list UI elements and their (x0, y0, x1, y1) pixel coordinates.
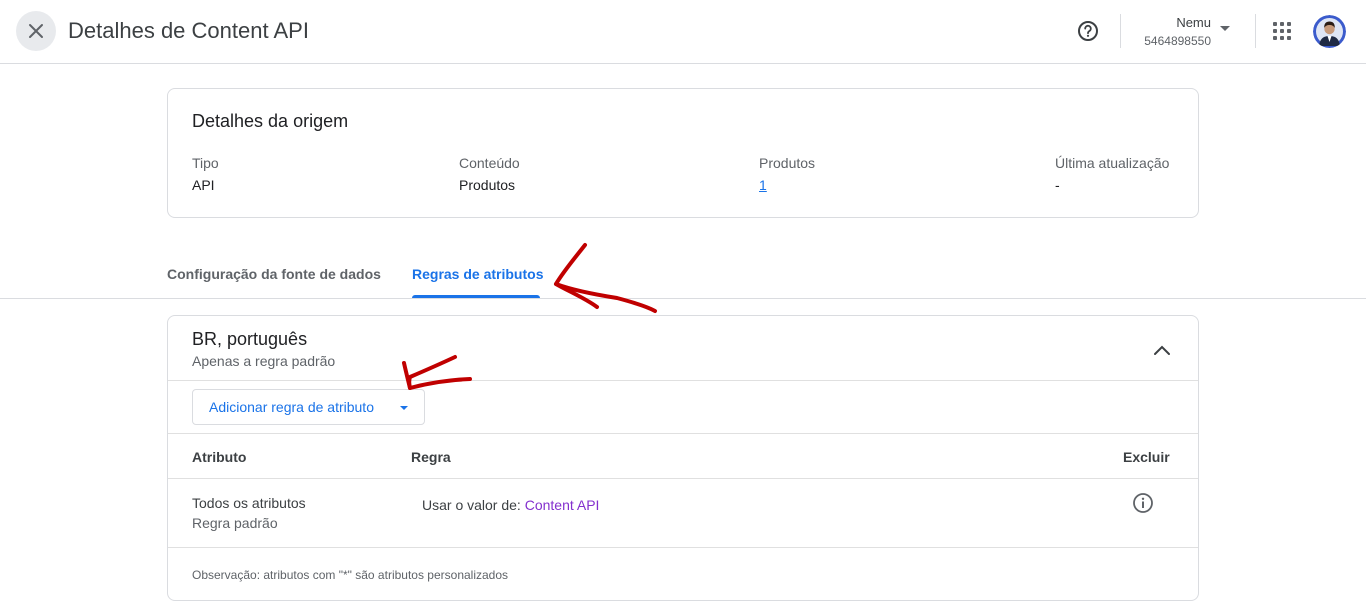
add-attribute-rule-label: Adicionar regra de atributo (209, 399, 374, 415)
meta-label: Produtos (759, 155, 816, 171)
footnote: Observação: atributos com "*" são atribu… (192, 568, 509, 582)
help-button[interactable] (1074, 17, 1102, 45)
apps-grid-dot (1287, 22, 1291, 26)
help-icon (1078, 21, 1098, 41)
meta-last-update: Última atualização - (1055, 155, 1169, 193)
annotation-arrow-tabs-head (554, 282, 599, 309)
meta-content: Conteúdo Produtos (459, 155, 520, 193)
meta-label: Tipo (192, 155, 219, 171)
apps-grid-button[interactable] (1268, 17, 1296, 45)
attribute-subtitle: Regra padrão (192, 515, 278, 531)
apps-grid-dot (1273, 29, 1277, 33)
apps-grid-dot (1280, 22, 1284, 26)
page-title: Detalhes de Content API (68, 18, 309, 43)
meta-value: API (192, 177, 215, 193)
meta-type: Tipo API (192, 155, 219, 193)
products-count-link[interactable]: 1 (759, 177, 815, 193)
close-icon (29, 24, 43, 38)
column-header-rule: Regra (411, 449, 451, 465)
divider (168, 478, 1198, 479)
account-switcher[interactable]: Nemu 5464898550 (1130, 14, 1234, 50)
collapse-button[interactable] (1150, 338, 1174, 362)
origin-details-card: Detalhes da origem Tipo API Conteúdo Pro… (167, 88, 1199, 218)
apps-grid-icon (1273, 22, 1277, 26)
apps-grid-dot (1287, 36, 1291, 40)
meta-value: - (1055, 177, 1060, 193)
dropdown-caret-icon (1220, 26, 1230, 31)
section-title: BR, português (192, 329, 308, 349)
rule-prefix: Usar o valor de: (422, 497, 521, 513)
apps-grid-dot (1287, 29, 1291, 33)
divider (168, 547, 1198, 548)
tab-attribute-rules[interactable]: Regras de atributos (412, 266, 543, 282)
chevron-up-icon (1154, 345, 1170, 355)
rule-source: Content API (524, 497, 600, 513)
tabs-divider (0, 298, 1366, 299)
rule-value: Usar o valor de: Content API (422, 497, 599, 513)
meta-label: Conteúdo (459, 155, 520, 171)
info-button[interactable] (1132, 492, 1154, 514)
attribute-name: Todos os atributos (192, 495, 306, 511)
apps-grid-dot (1280, 36, 1284, 40)
tab-data-source-config[interactable]: Configuração da fonte de dados (167, 266, 381, 282)
close-button[interactable] (16, 11, 56, 51)
annotation-arrow-tabs (554, 243, 657, 313)
meta-label: Última atualização (1055, 155, 1170, 171)
account-id: 5464898550 (1144, 34, 1211, 48)
info-icon (1133, 493, 1153, 513)
add-attribute-rule-button[interactable]: Adicionar regra de atributo (192, 389, 425, 425)
dropdown-caret-icon (400, 406, 408, 410)
divider (1255, 14, 1256, 48)
avatar-image (1313, 15, 1346, 48)
divider (168, 433, 1198, 434)
meta-products: Produtos 1 (759, 155, 815, 193)
section-subtitle: Apenas a regra padrão (192, 353, 336, 369)
divider (168, 380, 1198, 381)
column-header-attribute: Atributo (192, 449, 247, 465)
divider (1120, 14, 1121, 48)
apps-grid-dot (1273, 36, 1277, 40)
top-app-bar: Detalhes de Content API Nemu 5464898550 (0, 0, 1366, 64)
attribute-rules-card: BR, português Apenas a regra padrão Adic… (167, 315, 1199, 601)
apps-grid-dot (1280, 29, 1284, 33)
avatar[interactable] (1313, 15, 1346, 48)
origin-details-title: Detalhes da origem (192, 111, 349, 131)
column-header-delete: Excluir (1123, 449, 1170, 465)
account-name: Nemu (1176, 15, 1211, 30)
meta-value: Produtos (459, 177, 516, 193)
